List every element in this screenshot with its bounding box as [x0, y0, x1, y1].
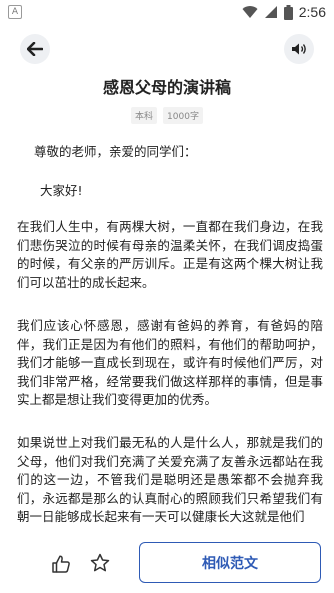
- greeting: 大家好!: [40, 183, 83, 198]
- status-bar: A 2:56: [0, 0, 334, 24]
- cell-signal-icon: [264, 6, 277, 18]
- speaker-button[interactable]: [284, 34, 314, 64]
- back-arrow-icon: [27, 42, 43, 56]
- article-paragraph: 如果说世上对我们最无私的人是什么人，那就是我们的父母，他们对我们充满了关爱充满了…: [17, 435, 323, 525]
- bottom-action-bar: 相似范文: [0, 528, 334, 593]
- category-tag: 本科: [131, 107, 158, 124]
- article-meta: 本科 1000字: [0, 107, 334, 124]
- status-right-group: 2:56: [242, 3, 326, 21]
- wifi-icon: [242, 6, 258, 19]
- salutation: 尊敬的老师，亲爱的同学们：: [34, 144, 197, 159]
- article-paragraph: 在我们人生中，有两棵大树，一直都在我们身边，在我们悲伤哭泣的时候有母亲的温柔关怀…: [17, 219, 323, 290]
- speaker-icon: [292, 43, 306, 55]
- similar-articles-button[interactable]: 相似范文: [139, 542, 321, 583]
- battery-icon: [283, 4, 293, 20]
- article-paragraph: 我们应该心怀感恩，感谢有爸妈的养育，有爸妈的陪伴，我们正是因为有他们的照料，有他…: [17, 318, 323, 408]
- status-time: 2:56: [298, 4, 326, 20]
- star-icon: [90, 553, 110, 572]
- app-notification-icon: A: [8, 5, 22, 19]
- thumbs-up-icon: [52, 555, 70, 573]
- word-count-tag: 1000字: [163, 107, 203, 124]
- article-title: 感恩父母的演讲稿: [102, 78, 231, 97]
- back-button[interactable]: [20, 34, 50, 64]
- favorite-button[interactable]: [88, 551, 112, 575]
- like-button[interactable]: [49, 552, 73, 576]
